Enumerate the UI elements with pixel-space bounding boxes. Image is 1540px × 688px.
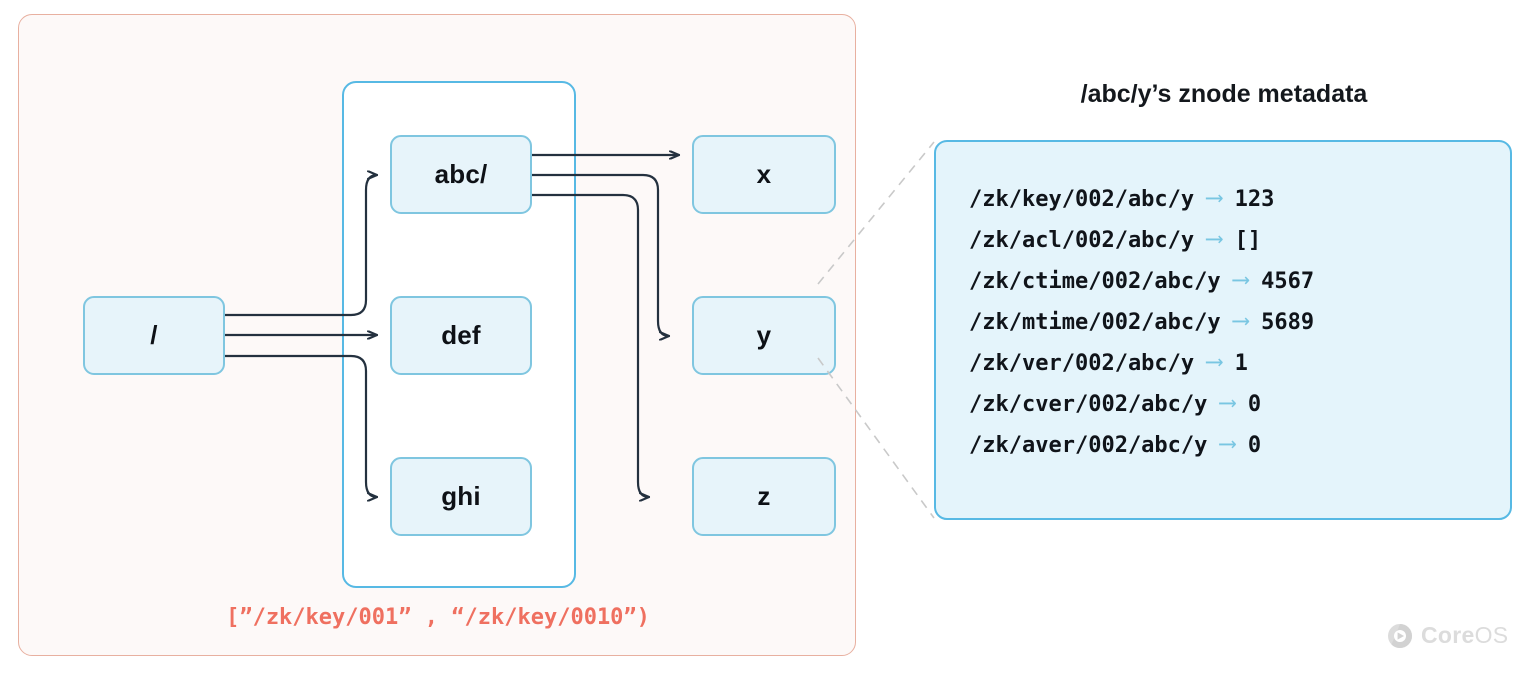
maps-to-arrow-icon: ⟶ bbox=[1220, 388, 1235, 416]
metadata-row: /zk/acl/002/abc/y ⟶ [] bbox=[969, 224, 1510, 266]
coreos-wordmark-core: Core bbox=[1421, 622, 1475, 648]
znode-z[interactable]: z bbox=[692, 457, 836, 536]
znode-ghi-label: ghi bbox=[441, 481, 481, 511]
coreos-mark-icon bbox=[1388, 623, 1412, 648]
metadata-value: [] bbox=[1234, 228, 1262, 253]
metadata-value: 0 bbox=[1247, 392, 1262, 417]
znode-z-label: z bbox=[757, 481, 771, 511]
metadata-key: /zk/aver/002/abc/y bbox=[969, 433, 1208, 458]
metadata-row: /zk/aver/002/abc/y ⟶ 0 bbox=[969, 429, 1510, 471]
maps-to-arrow-icon: ⟶ bbox=[1207, 183, 1222, 211]
metadata-value: 5689 bbox=[1261, 310, 1315, 335]
maps-to-arrow-icon: ⟶ bbox=[1207, 347, 1222, 375]
coreos-logo: CoreOS bbox=[1387, 622, 1508, 649]
znode-y[interactable]: y bbox=[692, 296, 836, 375]
znode-root-label: / bbox=[150, 320, 158, 350]
znode-def[interactable]: def bbox=[390, 296, 532, 375]
znode-x-label: x bbox=[756, 159, 772, 189]
maps-to-arrow-icon: ⟶ bbox=[1220, 429, 1235, 457]
metadata-key: /zk/cver/002/abc/y bbox=[969, 392, 1208, 417]
metadata-title: /abc/y’s znode metadata bbox=[1080, 80, 1368, 108]
metadata-key: /zk/ctime/002/abc/y bbox=[969, 269, 1221, 294]
znode-abc-label: abc/ bbox=[434, 159, 488, 189]
metadata-key: /zk/ver/002/abc/y bbox=[969, 351, 1195, 376]
metadata-row: /zk/ctime/002/abc/y ⟶ 4567 bbox=[969, 265, 1510, 307]
znode-def-label: def bbox=[441, 320, 481, 350]
metadata-key: /zk/key/002/abc/y bbox=[969, 187, 1195, 212]
metadata-key: /zk/mtime/002/abc/y bbox=[969, 310, 1221, 335]
metadata-value: 123 bbox=[1234, 187, 1275, 212]
maps-to-arrow-icon: ⟶ bbox=[1207, 224, 1222, 252]
znode-ghi[interactable]: ghi bbox=[390, 457, 532, 536]
coreos-wordmark: CoreOS bbox=[1421, 622, 1508, 649]
znode-x[interactable]: x bbox=[692, 135, 836, 214]
znode-metadata-panel: /zk/key/002/abc/y ⟶ 123 /zk/acl/002/abc/… bbox=[934, 140, 1512, 520]
metadata-row: /zk/ver/002/abc/y ⟶ 1 bbox=[969, 347, 1510, 389]
metadata-value: 0 bbox=[1247, 433, 1262, 458]
key-range-caption: [”/zk/key/001” , “/zk/key/0010”) bbox=[226, 605, 650, 630]
metadata-value: 4567 bbox=[1261, 269, 1315, 294]
metadata-row: /zk/key/002/abc/y ⟶ 123 bbox=[969, 183, 1510, 225]
coreos-wordmark-os: OS bbox=[1474, 622, 1509, 648]
maps-to-arrow-icon: ⟶ bbox=[1233, 265, 1249, 293]
znode-y-label: y bbox=[756, 320, 772, 350]
znode-abc[interactable]: abc/ bbox=[390, 135, 532, 214]
metadata-row: /zk/mtime/002/abc/y ⟶ 5689 bbox=[969, 306, 1510, 348]
tree-panel: / abc/ def ghi x y z [”/zk/key/001” , “/… bbox=[18, 14, 856, 656]
maps-to-arrow-icon: ⟶ bbox=[1233, 306, 1249, 334]
metadata-row: /zk/cver/002/abc/y ⟶ 0 bbox=[969, 388, 1510, 430]
znode-root[interactable]: / bbox=[83, 296, 225, 375]
metadata-value: 1 bbox=[1234, 351, 1248, 376]
metadata-key: /zk/acl/002/abc/y bbox=[969, 228, 1195, 253]
